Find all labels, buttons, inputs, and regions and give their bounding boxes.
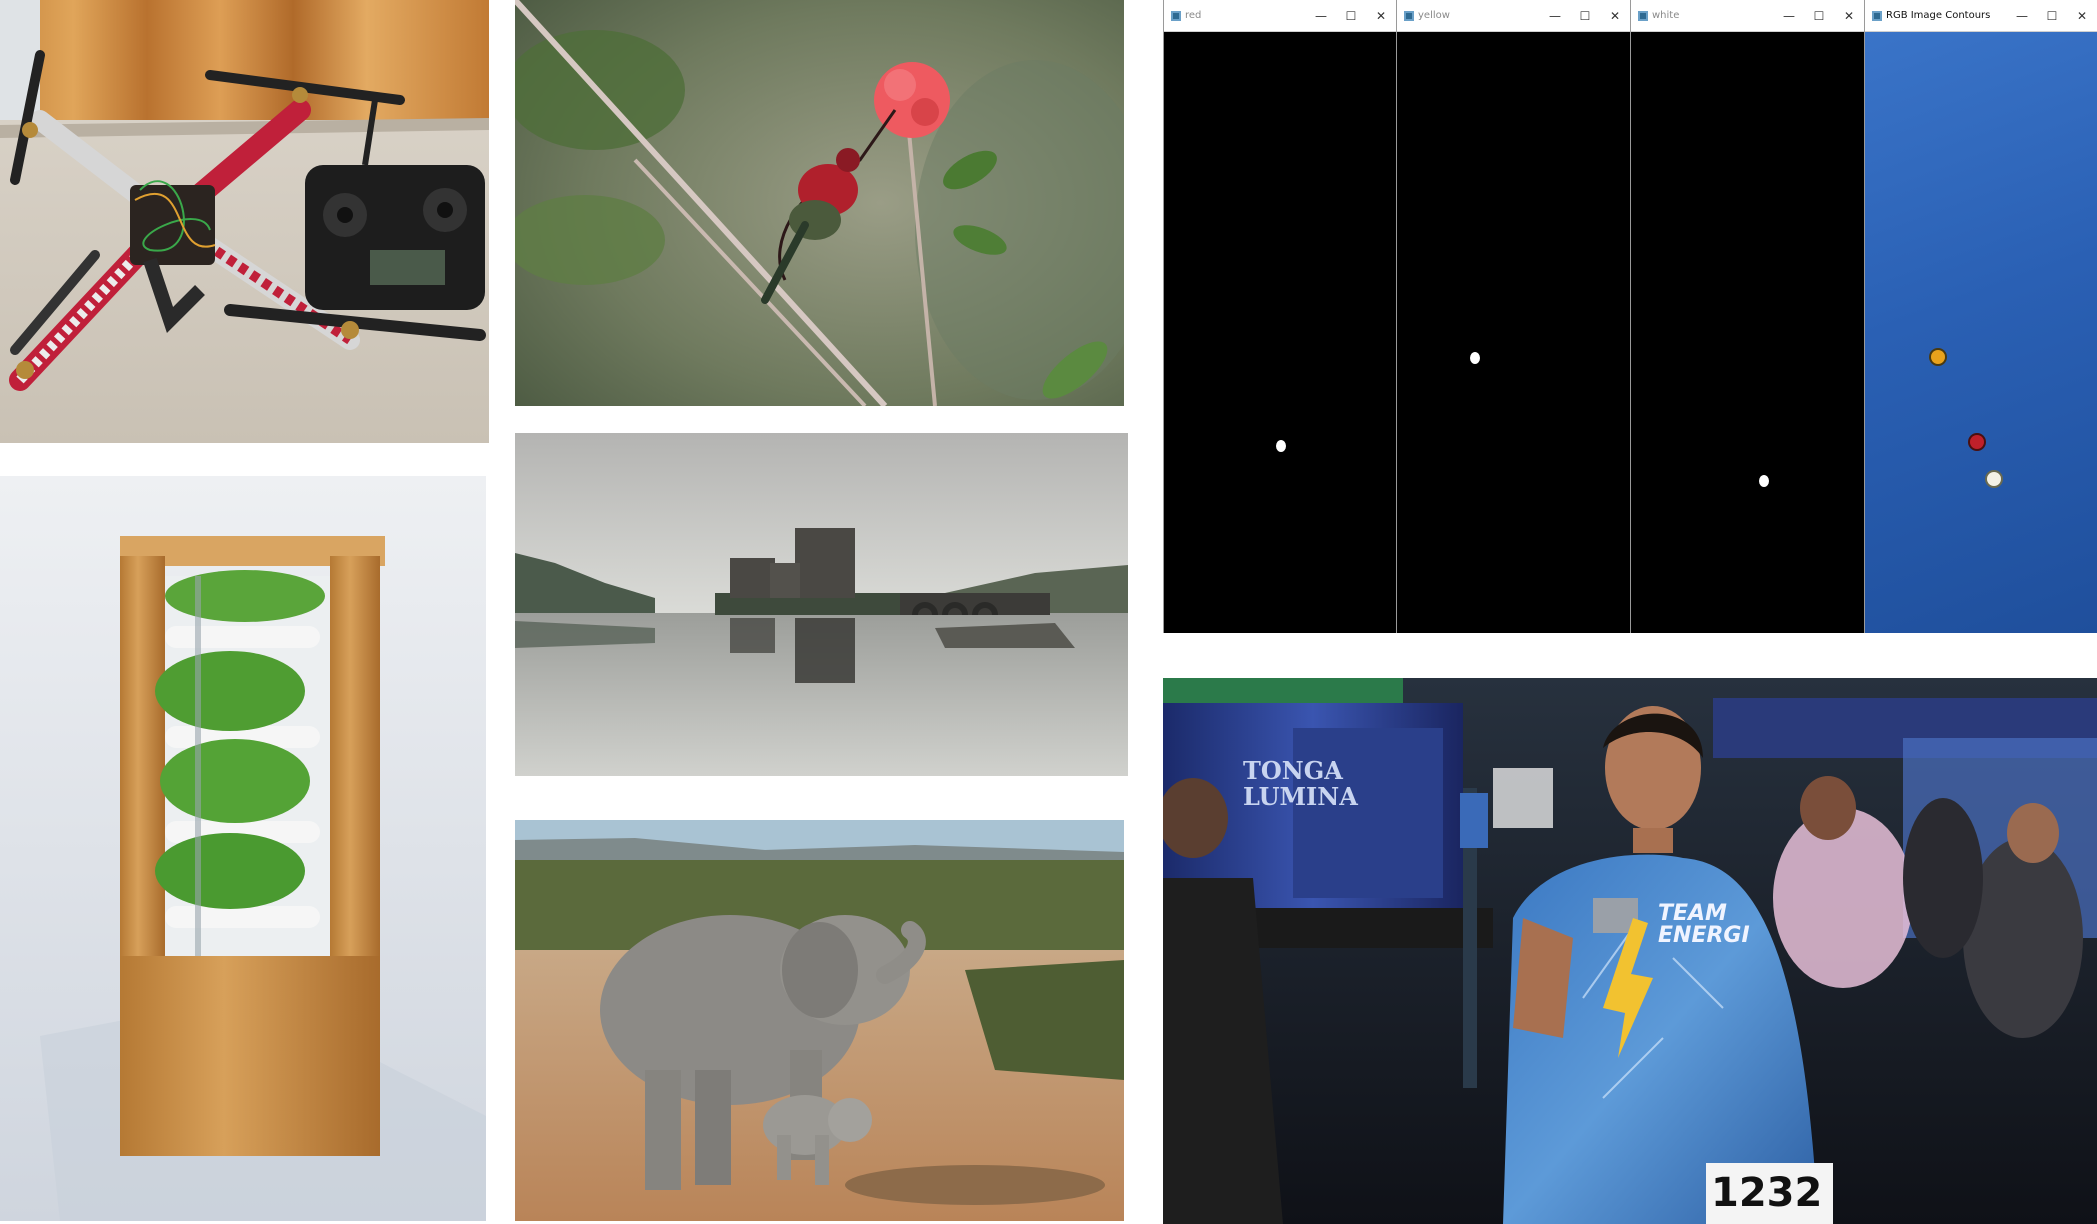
elephants-photo xyxy=(515,820,1124,1221)
maximize-button[interactable]: ☐ xyxy=(1804,0,1834,32)
app-icon xyxy=(1871,10,1883,22)
window-title: yellow xyxy=(1418,10,1450,21)
maximize-button[interactable]: ☐ xyxy=(2037,0,2067,32)
hydroponic-tower-render xyxy=(0,476,486,1221)
race-bib-number: 1232 xyxy=(1711,1170,1823,1216)
close-button[interactable]: ✕ xyxy=(1834,0,1864,32)
maximize-button[interactable]: ☐ xyxy=(1570,0,1600,32)
mask-canvas xyxy=(1397,32,1630,633)
window-titlebar[interactable]: yellow — ☐ ✕ xyxy=(1397,0,1630,32)
minimize-button[interactable]: — xyxy=(1774,0,1804,32)
window-titlebar[interactable]: white — ☐ ✕ xyxy=(1631,0,1864,32)
athlete-photo: TONGA LUMINA TEAM ENERGI 1232 xyxy=(1163,678,2097,1224)
close-button[interactable]: ✕ xyxy=(1366,0,1396,32)
jersey-team-text: TEAM ENERGI xyxy=(1658,901,1750,948)
white-ball-contour xyxy=(1987,472,2001,486)
window-titlebar[interactable]: RGB Image Contours — ☐ ✕ xyxy=(1865,0,2097,32)
window-titlebar[interactable]: red — ☐ ✕ xyxy=(1164,0,1396,32)
minimize-button[interactable]: — xyxy=(1540,0,1570,32)
yellow-ball-contour xyxy=(1931,350,1945,364)
drone-photo xyxy=(0,0,489,443)
detected-blob xyxy=(1759,475,1769,487)
mask-canvas xyxy=(1631,32,1864,633)
detected-blob xyxy=(1470,352,1480,364)
mask-canvas xyxy=(1164,32,1396,633)
window-title: white xyxy=(1652,10,1680,21)
castle-photo xyxy=(515,433,1128,776)
contour-canvas xyxy=(1865,32,2097,633)
app-icon xyxy=(1637,10,1649,22)
opencv-window-yellow[interactable]: yellow — ☐ ✕ xyxy=(1396,0,1630,633)
window-title: RGB Image Contours xyxy=(1886,10,1991,21)
app-icon xyxy=(1170,10,1182,22)
minimize-button[interactable]: — xyxy=(1306,0,1336,32)
close-button[interactable]: ✕ xyxy=(2067,0,2097,32)
red-ball-contour xyxy=(1970,435,1984,449)
close-button[interactable]: ✕ xyxy=(1600,0,1630,32)
banner-text: TONGA LUMINA xyxy=(1243,756,1358,811)
maximize-button[interactable]: ☐ xyxy=(1336,0,1366,32)
detected-blob xyxy=(1276,440,1286,452)
app-icon xyxy=(1403,10,1415,22)
opencv-window-red[interactable]: red — ☐ ✕ xyxy=(1163,0,1396,633)
sunbird-photo xyxy=(515,0,1124,406)
opencv-window-rgb-contours[interactable]: RGB Image Contours — ☐ ✕ xyxy=(1864,0,2097,633)
opencv-window-white[interactable]: white — ☐ ✕ xyxy=(1630,0,1864,633)
minimize-button[interactable]: — xyxy=(2007,0,2037,32)
window-title: red xyxy=(1185,10,1202,21)
